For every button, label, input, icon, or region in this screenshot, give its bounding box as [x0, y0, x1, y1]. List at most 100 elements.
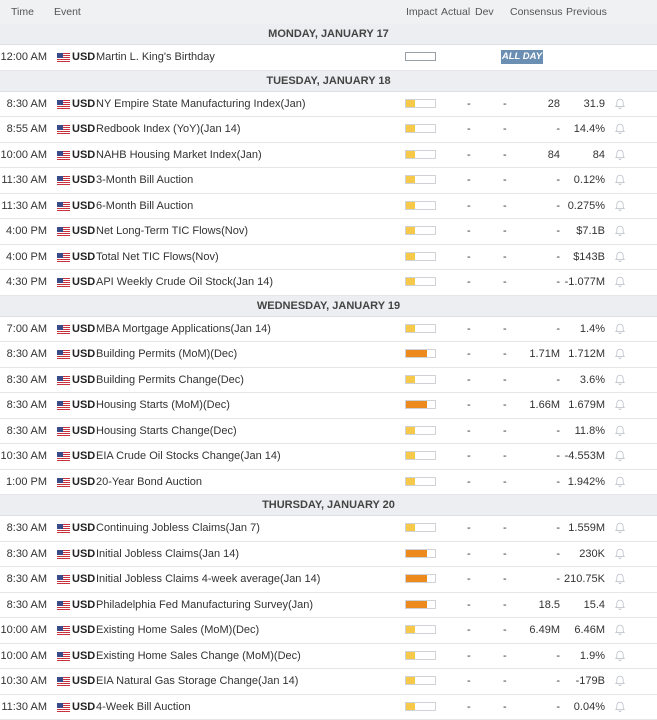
- event-row[interactable]: 7:00 AMUSDMBA Mortgage Applications(Jan …: [0, 317, 657, 343]
- day-header: THURSDAY, JANUARY 20: [0, 495, 657, 516]
- event-row[interactable]: 1:00 PMUSD20-Year Bond Auction---1.942%: [0, 470, 657, 496]
- bell-icon[interactable]: [614, 225, 626, 237]
- col-consensus[interactable]: Consensus: [510, 6, 563, 18]
- event-previous: 0.12%: [574, 174, 605, 186]
- event-name[interactable]: Philadelphia Fed Manufacturing Survey(Ja…: [96, 599, 313, 611]
- event-name[interactable]: Net Long-Term TIC Flows(Nov): [96, 225, 248, 237]
- event-row[interactable]: 12:00 AMUSDMartin L. King's BirthdayALL …: [0, 45, 657, 71]
- event-name[interactable]: 20-Year Bond Auction: [96, 476, 202, 488]
- event-row[interactable]: 4:00 PMUSDNet Long-Term TIC Flows(Nov)--…: [0, 219, 657, 245]
- event-name[interactable]: Initial Jobless Claims(Jan 14): [96, 548, 239, 560]
- event-name[interactable]: 6-Month Bill Auction: [96, 200, 193, 212]
- bell-icon[interactable]: [614, 149, 626, 161]
- bell-icon[interactable]: [614, 599, 626, 611]
- event-consensus: 28: [548, 98, 560, 110]
- event-name[interactable]: Redbook Index (YoY)(Jan 14): [96, 123, 241, 135]
- event-row[interactable]: 8:30 AMUSDInitial Jobless Claims(Jan 14)…: [0, 542, 657, 568]
- event-row[interactable]: 8:30 AMUSDBuilding Permits Change(Dec)--…: [0, 368, 657, 394]
- impact-indicator: [405, 600, 436, 609]
- event-row[interactable]: 8:30 AMUSDPhiladelphia Fed Manufacturing…: [0, 593, 657, 619]
- bell-icon[interactable]: [614, 476, 626, 488]
- event-consensus: 1.71M: [529, 348, 560, 360]
- event-row[interactable]: 8:30 AMUSDHousing Starts (MoM)(Dec)--1.6…: [0, 393, 657, 419]
- event-name[interactable]: Continuing Jobless Claims(Jan 7): [96, 522, 260, 534]
- event-name[interactable]: API Weekly Crude Oil Stock(Jan 14): [96, 276, 273, 288]
- impact-fill: [406, 325, 415, 332]
- bell-icon[interactable]: [614, 624, 626, 636]
- bell-icon[interactable]: [614, 174, 626, 186]
- bell-icon[interactable]: [614, 123, 626, 135]
- bell-icon[interactable]: [614, 200, 626, 212]
- event-row[interactable]: 10:00 AMUSDNAHB Housing Market Index(Jan…: [0, 143, 657, 169]
- col-previous[interactable]: Previous: [566, 6, 607, 18]
- bell-icon[interactable]: [614, 548, 626, 560]
- event-name[interactable]: Housing Starts (MoM)(Dec): [96, 399, 230, 411]
- event-name[interactable]: Martin L. King's Birthday: [96, 51, 215, 63]
- impact-fill: [406, 524, 415, 531]
- impact-fill: [406, 478, 415, 485]
- bell-icon[interactable]: [614, 522, 626, 534]
- bell-icon[interactable]: [614, 650, 626, 662]
- event-row[interactable]: 8:30 AMUSDInitial Jobless Claims 4-week …: [0, 567, 657, 593]
- event-row[interactable]: 8:30 AMUSDHousing Starts Change(Dec)---1…: [0, 419, 657, 445]
- event-row[interactable]: 8:30 AMUSDContinuing Jobless Claims(Jan …: [0, 516, 657, 542]
- event-row[interactable]: 8:55 AMUSDRedbook Index (YoY)(Jan 14)---…: [0, 117, 657, 143]
- event-name[interactable]: Building Permits Change(Dec): [96, 374, 244, 386]
- event-name[interactable]: 3-Month Bill Auction: [96, 174, 193, 186]
- event-name[interactable]: Existing Home Sales Change (MoM)(Dec): [96, 650, 301, 662]
- impact-indicator: [405, 426, 436, 435]
- day-header: TUESDAY, JANUARY 18: [0, 71, 657, 92]
- us-flag-icon: [57, 626, 70, 635]
- event-name[interactable]: Building Permits (MoM)(Dec): [96, 348, 237, 360]
- event-consensus: -: [556, 701, 560, 713]
- bell-icon[interactable]: [614, 323, 626, 335]
- bell-icon[interactable]: [614, 450, 626, 462]
- event-previous: $143B: [573, 251, 605, 263]
- event-dev: -: [503, 548, 507, 560]
- event-row[interactable]: 10:30 AMUSDEIA Natural Gas Storage Chang…: [0, 669, 657, 695]
- event-currency: USD: [72, 51, 95, 63]
- event-row[interactable]: 10:00 AMUSDExisting Home Sales (MoM)(Dec…: [0, 618, 657, 644]
- event-row[interactable]: 4:00 PMUSDTotal Net TIC Flows(Nov)---$14…: [0, 245, 657, 271]
- bell-icon[interactable]: [614, 701, 626, 713]
- event-row[interactable]: 8:30 AMUSDNY Empire State Manufacturing …: [0, 92, 657, 118]
- event-row[interactable]: 11:30 AMUSD6-Month Bill Auction---0.275%: [0, 194, 657, 220]
- event-row[interactable]: 10:00 AMUSDExisting Home Sales Change (M…: [0, 644, 657, 670]
- event-actual: -: [467, 573, 471, 585]
- event-row[interactable]: 11:30 AMUSD3-Month Bill Auction---0.12%: [0, 168, 657, 194]
- event-name[interactable]: EIA Natural Gas Storage Change(Jan 14): [96, 675, 298, 687]
- impact-fill: [406, 601, 427, 608]
- col-dev[interactable]: Dev: [475, 6, 494, 18]
- event-previous: 3.6%: [580, 374, 605, 386]
- event-row[interactable]: 4:30 PMUSDAPI Weekly Crude Oil Stock(Jan…: [0, 270, 657, 296]
- bell-icon[interactable]: [614, 425, 626, 437]
- bell-icon[interactable]: [614, 374, 626, 386]
- event-row[interactable]: 8:30 AMUSDBuilding Permits (MoM)(Dec)--1…: [0, 342, 657, 368]
- col-actual[interactable]: Actual: [441, 6, 470, 18]
- bell-icon[interactable]: [614, 276, 626, 288]
- event-row[interactable]: 10:30 AMUSDEIA Crude Oil Stocks Change(J…: [0, 444, 657, 470]
- event-time: 8:30 AM: [7, 374, 47, 386]
- bell-icon[interactable]: [614, 251, 626, 263]
- bell-icon[interactable]: [614, 399, 626, 411]
- bell-icon[interactable]: [614, 573, 626, 585]
- event-name[interactable]: NAHB Housing Market Index(Jan): [96, 149, 262, 161]
- us-flag-icon: [57, 427, 70, 436]
- col-event[interactable]: Event: [54, 6, 81, 18]
- bell-icon[interactable]: [614, 348, 626, 360]
- bell-icon[interactable]: [614, 98, 626, 110]
- col-time[interactable]: Time: [11, 6, 34, 18]
- event-consensus: -: [556, 450, 560, 462]
- event-name[interactable]: MBA Mortgage Applications(Jan 14): [96, 323, 271, 335]
- bell-icon[interactable]: [614, 675, 626, 687]
- event-consensus: -: [556, 675, 560, 687]
- event-name[interactable]: 4-Week Bill Auction: [96, 701, 191, 713]
- event-name[interactable]: Existing Home Sales (MoM)(Dec): [96, 624, 259, 636]
- event-name[interactable]: Housing Starts Change(Dec): [96, 425, 237, 437]
- event-name[interactable]: NY Empire State Manufacturing Index(Jan): [96, 98, 306, 110]
- event-row[interactable]: 11:30 AMUSD4-Week Bill Auction---0.04%: [0, 695, 657, 720]
- event-name[interactable]: EIA Crude Oil Stocks Change(Jan 14): [96, 450, 281, 462]
- event-name[interactable]: Total Net TIC Flows(Nov): [96, 251, 219, 263]
- event-name[interactable]: Initial Jobless Claims 4-week average(Ja…: [96, 573, 320, 585]
- col-impact[interactable]: Impact: [406, 6, 438, 18]
